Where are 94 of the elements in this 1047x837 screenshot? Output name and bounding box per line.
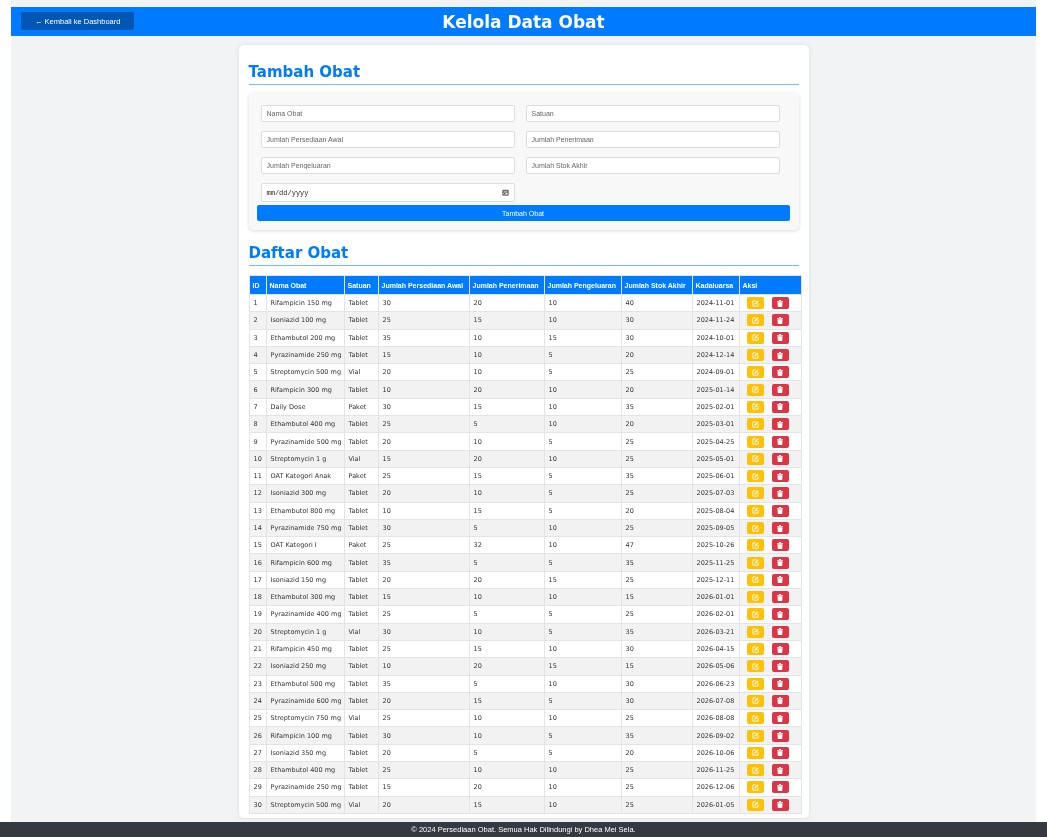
delete-button[interactable] [771, 539, 789, 552]
edit-icon [751, 697, 759, 705]
edit-icon [751, 299, 759, 307]
edit-icon [751, 559, 759, 567]
edit-icon [751, 766, 759, 774]
trash-icon [777, 334, 783, 342]
delete-button[interactable] [771, 694, 789, 707]
trash-icon [777, 662, 783, 670]
edit-icon [751, 334, 759, 342]
page-title: Kelola Data Obat [442, 11, 605, 32]
trash-icon [777, 299, 783, 307]
delete-button[interactable] [771, 573, 789, 586]
delete-button[interactable] [771, 712, 789, 725]
trash-icon [777, 801, 783, 809]
edit-icon [751, 420, 759, 428]
trash-icon [777, 559, 783, 567]
delete-button[interactable] [771, 452, 789, 465]
trash-icon [777, 732, 783, 740]
edit-icon [751, 611, 759, 618]
delete-button[interactable] [771, 556, 789, 569]
edit-icon [751, 593, 759, 601]
trash-icon [777, 316, 783, 324]
trash-icon [777, 680, 783, 688]
calendar-icon [501, 189, 509, 196]
edit-icon [751, 386, 759, 394]
trash-icon [777, 351, 783, 359]
delete-button[interactable] [771, 522, 789, 534]
delete-button[interactable] [771, 314, 789, 327]
delete-button[interactable] [771, 660, 789, 673]
edit-icon [751, 628, 759, 636]
edit-icon [751, 576, 759, 584]
delete-button[interactable] [771, 400, 789, 413]
trash-icon [777, 611, 783, 618]
edit-icon [751, 801, 759, 809]
trash-icon [777, 403, 783, 411]
edit-icon [751, 368, 759, 376]
delete-button[interactable] [771, 470, 789, 483]
edit-icon [751, 403, 759, 411]
trash-icon [777, 645, 783, 653]
delete-button[interactable] [771, 297, 789, 310]
edit-icon [751, 489, 759, 497]
delete-button[interactable] [771, 729, 789, 742]
edit-icon [751, 541, 759, 549]
edit-icon [751, 732, 759, 740]
trash-icon [777, 368, 783, 376]
delete-button[interactable] [771, 383, 789, 396]
edit-icon [751, 455, 759, 463]
trash-icon [777, 438, 783, 445]
trash-icon [777, 386, 783, 394]
trash-icon [777, 593, 783, 601]
delete-button[interactable] [771, 608, 789, 621]
edit-icon [751, 316, 759, 324]
delete-button[interactable] [771, 764, 789, 777]
delete-button[interactable] [771, 331, 789, 344]
delete-button[interactable] [771, 643, 789, 656]
delete-button[interactable] [771, 435, 789, 448]
trash-icon [777, 420, 783, 428]
delete-button[interactable] [771, 746, 789, 759]
trash-icon [777, 507, 783, 515]
edit-icon [751, 645, 759, 653]
trash-icon [777, 524, 783, 532]
trash-icon [777, 714, 783, 722]
trash-icon [777, 576, 783, 584]
trash-icon [777, 783, 783, 791]
edit-icon [751, 749, 759, 757]
delete-button[interactable] [771, 677, 789, 690]
delete-button[interactable] [771, 781, 789, 794]
trash-icon [777, 628, 783, 636]
edit-icon [751, 524, 759, 532]
trash-icon [777, 489, 783, 497]
edit-icon [751, 472, 759, 480]
edit-icon [751, 662, 759, 670]
trash-icon [777, 455, 783, 463]
edit-icon [751, 351, 759, 359]
delete-button[interactable] [771, 418, 789, 431]
delete-button[interactable] [771, 487, 789, 500]
trash-icon [777, 766, 783, 774]
section-title: Tambah Obat [248, 63, 799, 85]
edit-icon [751, 714, 759, 722]
edit-icon [751, 783, 759, 791]
delete-button[interactable] [771, 625, 789, 638]
delete-button[interactable] [771, 798, 789, 811]
delete-button[interactable] [771, 366, 789, 379]
trash-icon [777, 541, 783, 549]
delete-button[interactable] [771, 504, 789, 517]
trash-icon [777, 697, 783, 705]
edit-icon [751, 680, 759, 688]
trash-icon [777, 749, 783, 757]
edit-icon [751, 507, 759, 515]
delete-button[interactable] [771, 349, 789, 362]
delete-button[interactable] [771, 591, 789, 604]
edit-icon [751, 438, 759, 445]
section-title: Daftar Obat [248, 244, 799, 266]
trash-icon [777, 472, 783, 480]
